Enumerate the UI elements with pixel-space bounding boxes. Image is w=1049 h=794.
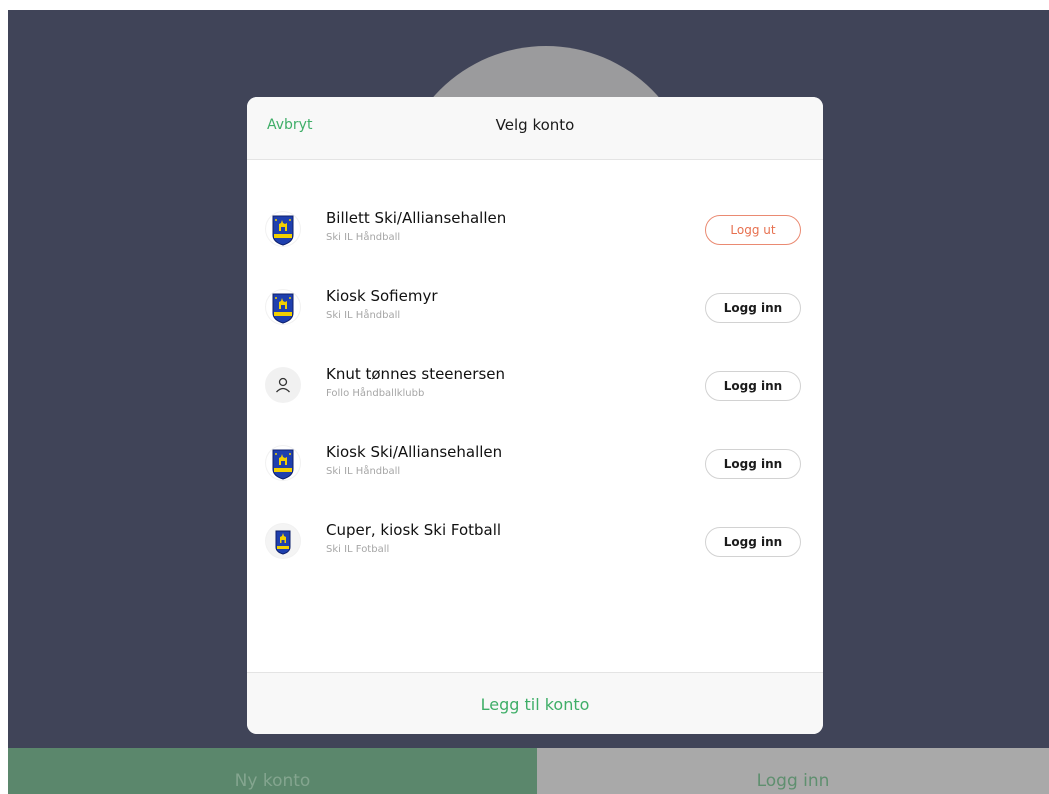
choose-account-modal: Avbryt Velg konto Billett Ski/Allianseha… [247, 97, 823, 734]
account-name: Knut tønnes steenersen [326, 365, 505, 383]
account-name: Billett Ski/Alliansehallen [326, 209, 507, 227]
account-row[interactable]: Cuper, kiosk Ski Fotball Ski IL Fotball … [247, 514, 823, 592]
add-account-button[interactable]: Legg til konto [481, 695, 590, 714]
bottom-action-bar: Ny konto Logg inn [8, 748, 1049, 794]
account-name: Cuper, kiosk Ski Fotball [326, 521, 502, 539]
account-org: Ski IL Håndball [326, 310, 401, 321]
modal-header: Avbryt Velg konto [247, 97, 823, 160]
modal-title: Velg konto [495, 116, 575, 134]
logout-button[interactable]: Logg ut [705, 215, 801, 245]
new-account-button[interactable]: Ny konto [8, 748, 537, 794]
club-logo-icon [265, 211, 301, 247]
account-name: Kiosk Sofiemyr [326, 287, 438, 305]
club-logo-icon [265, 289, 301, 325]
account-row[interactable]: Knut tønnes steenersen Follo Håndballklu… [247, 358, 823, 436]
login-button[interactable]: Logg inn [705, 449, 801, 479]
account-org: Ski IL Fotball [326, 544, 390, 555]
account-row[interactable]: Kiosk Ski/Alliansehallen Ski IL Håndball… [247, 436, 823, 514]
account-org: Ski IL Håndball [326, 232, 401, 243]
new-account-label: Ny konto [234, 771, 311, 791]
account-row[interactable]: Billett Ski/Alliansehallen Ski IL Håndba… [247, 202, 823, 280]
login-button[interactable]: Logg inn [705, 527, 801, 557]
login-button[interactable]: Logg inn [705, 371, 801, 401]
login-label: Logg inn [756, 771, 830, 791]
account-org: Follo Håndballklubb [326, 388, 425, 399]
login-button[interactable]: Logg inn [537, 748, 1049, 794]
account-list: Billett Ski/Alliansehallen Ski IL Håndba… [247, 202, 823, 592]
user-icon [265, 367, 301, 403]
club-logo-icon [265, 523, 301, 559]
login-button[interactable]: Logg inn [705, 293, 801, 323]
club-logo-icon [265, 445, 301, 481]
account-org: Ski IL Håndball [326, 466, 401, 477]
account-name: Kiosk Ski/Alliansehallen [326, 443, 503, 461]
modal-footer: Legg til konto [247, 672, 823, 734]
account-row[interactable]: Kiosk Sofiemyr Ski IL Håndball Logg inn [247, 280, 823, 358]
